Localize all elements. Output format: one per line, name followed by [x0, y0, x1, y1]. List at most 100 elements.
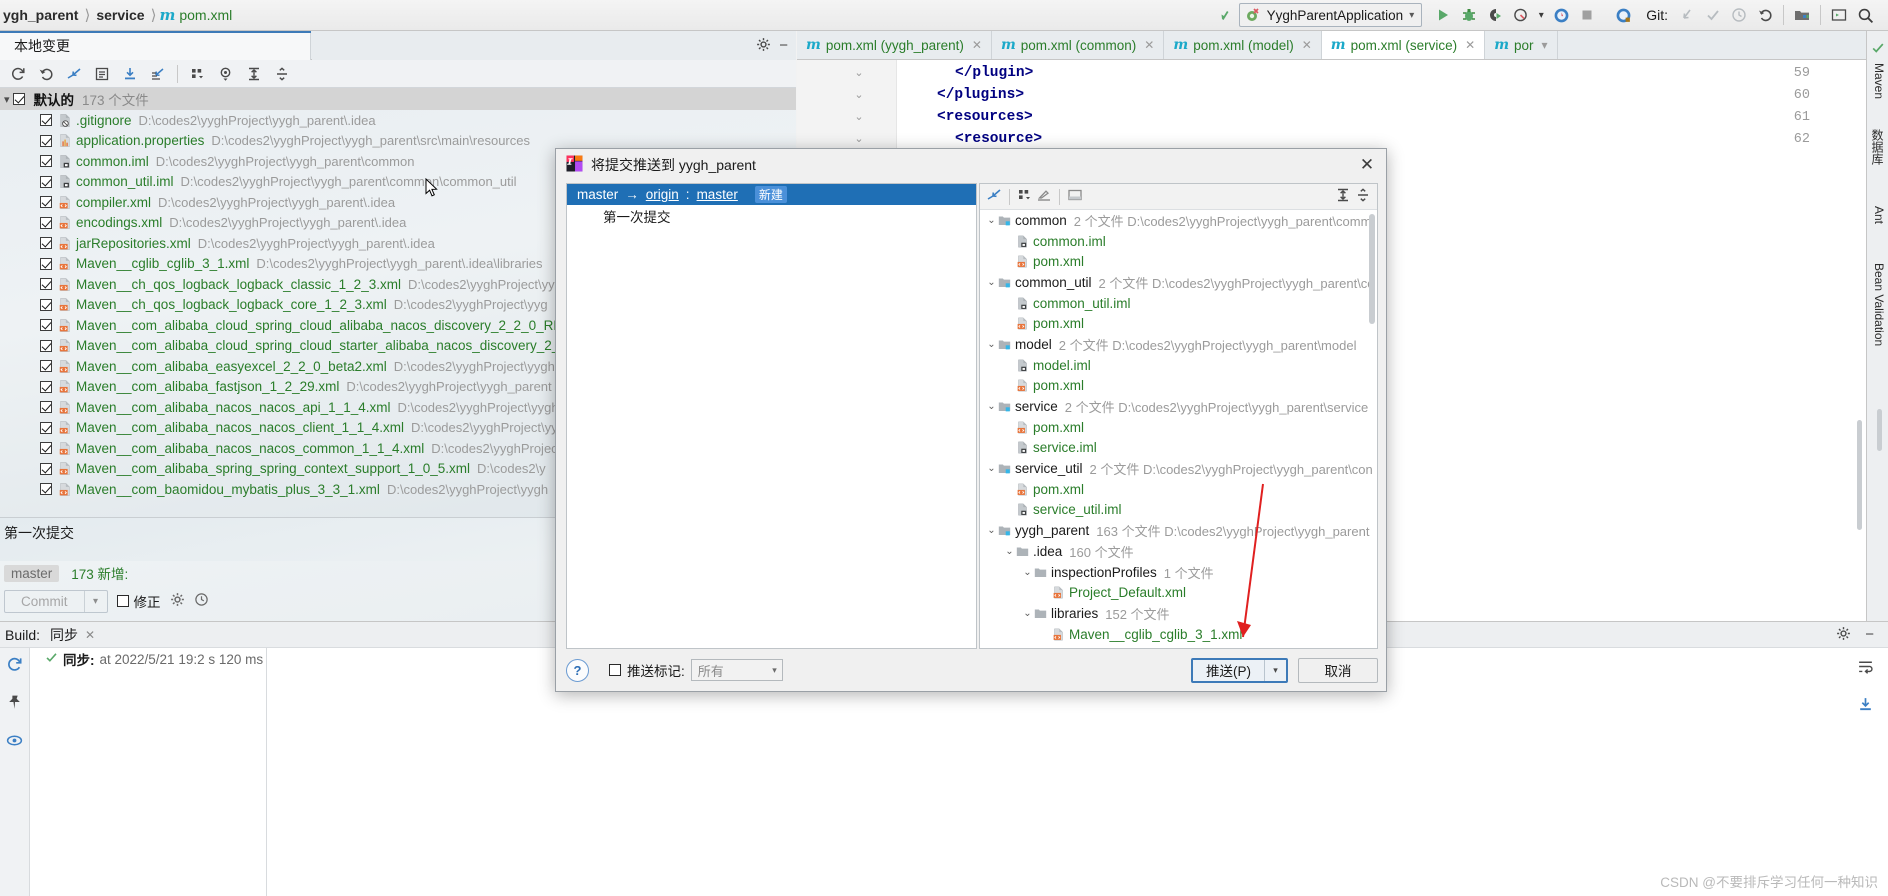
- chevron-down-icon[interactable]: ⌄: [986, 215, 997, 226]
- file-checkbox[interactable]: [40, 278, 52, 291]
- rollback-icon[interactable]: [33, 62, 58, 86]
- fold-marker-icon[interactable]: ⌄: [852, 88, 866, 101]
- push-tree-row[interactable]: Maven__cglib_cglib_3_1.xml: [980, 624, 1377, 645]
- chevron-down-icon[interactable]: ⌄: [986, 339, 997, 350]
- changed-file-row[interactable]: .gitignore D:\codes2\yyghProject\yygh_par…: [0, 110, 796, 131]
- tab-local-changes[interactable]: 本地变更: [0, 31, 311, 60]
- changelist-checkbox[interactable]: [12, 93, 25, 105]
- push-tree-row[interactable]: service.iml: [980, 438, 1377, 459]
- toggle-toolwindow-icon[interactable]: [1826, 2, 1852, 28]
- push-target-row[interactable]: master → origin : master 新建: [567, 184, 976, 205]
- rerun-icon[interactable]: [6, 656, 23, 676]
- git-revert-icon[interactable]: [1752, 2, 1778, 28]
- chevron-down-icon[interactable]: ⌄: [986, 463, 997, 474]
- collapse-all-icon[interactable]: [1355, 187, 1371, 206]
- push-remote[interactable]: origin: [646, 187, 679, 202]
- editor-tab[interactable]: m pom.xml (common) ✕: [991, 31, 1165, 59]
- git-update-project-icon[interactable]: [1610, 2, 1636, 28]
- push-tree-row[interactable]: pom.xml: [980, 251, 1377, 272]
- close-icon[interactable]: ✕: [1354, 153, 1380, 177]
- stop-icon[interactable]: [1574, 2, 1600, 28]
- push-tree-row[interactable]: ⌄ service_util 2 个文件 D:\codes2\yyghProject…: [980, 458, 1377, 479]
- file-checkbox[interactable]: [40, 114, 52, 127]
- close-icon[interactable]: ✕: [1302, 38, 1312, 52]
- push-tree-row[interactable]: ⌄ model 2 个文件 D:\codes2\yyghProject\yygh_p…: [980, 334, 1377, 355]
- git-history-icon[interactable]: [1726, 2, 1752, 28]
- push-button[interactable]: 推送(P) ▾: [1191, 657, 1288, 683]
- chevron-down-icon[interactable]: ⌄: [986, 401, 997, 412]
- breadcrumb-item-file[interactable]: pom.xml: [179, 7, 232, 23]
- push-tree-scrollbar[interactable]: [1369, 214, 1375, 324]
- profiler-dropdown-icon[interactable]: ▾: [1534, 2, 1548, 28]
- expand-selection-icon[interactable]: [986, 187, 1002, 206]
- amend-checkbox[interactable]: [116, 595, 129, 607]
- chevron-down-icon[interactable]: ▾: [83, 590, 107, 612]
- collapse-all-icon[interactable]: [269, 62, 294, 86]
- push-tree-row[interactable]: Project_Default.xml: [980, 582, 1377, 603]
- gear-icon[interactable]: [170, 592, 185, 610]
- push-commits-dialog[interactable]: 将提交推送到 yygh_parent ✕ master → origin : m…: [555, 148, 1387, 692]
- history-icon[interactable]: [194, 592, 209, 610]
- file-checkbox[interactable]: [40, 421, 52, 434]
- edit-icon[interactable]: [1036, 187, 1052, 206]
- minimize-icon[interactable]: −: [779, 38, 788, 53]
- editor-tab[interactable]: m pom.xml (yygh_parent) ✕: [797, 31, 992, 59]
- hide-icon[interactable]: [1213, 2, 1239, 28]
- push-tree-row[interactable]: common.iml: [980, 231, 1377, 252]
- tool-tab-maven[interactable]: Maven: [1872, 63, 1886, 99]
- close-icon[interactable]: ✕: [85, 628, 95, 642]
- refresh-icon[interactable]: [5, 62, 30, 86]
- run-configuration-selector[interactable]: YyghParentApplication ▾: [1238, 3, 1423, 27]
- file-checkbox[interactable]: [40, 442, 52, 455]
- profiler-icon[interactable]: [1508, 2, 1534, 28]
- minimize-icon[interactable]: −: [1865, 627, 1874, 642]
- push-tree-row[interactable]: ⌄ service 2 个文件 D:\codes2\yyghProject\yygh…: [980, 396, 1377, 417]
- file-checkbox[interactable]: [40, 175, 52, 188]
- close-icon[interactable]: ✕: [1465, 38, 1475, 52]
- close-icon[interactable]: ✕: [972, 38, 982, 52]
- push-tree-row[interactable]: pom.xml: [980, 313, 1377, 334]
- gear-icon[interactable]: [1836, 626, 1851, 644]
- git-commit-check-icon[interactable]: [1700, 2, 1726, 28]
- chevron-down-icon[interactable]: ⌄: [986, 525, 997, 536]
- push-commit-entry[interactable]: 第一次提交: [567, 205, 976, 227]
- git-pull-icon[interactable]: [1674, 2, 1700, 28]
- editor-tab[interactable]: m pom.xml (service) ✕: [1321, 31, 1486, 59]
- file-checkbox[interactable]: [40, 401, 52, 414]
- shelve-icon[interactable]: [61, 62, 86, 86]
- amend-checkbox-row[interactable]: 修正: [116, 591, 161, 611]
- chevron-down-icon[interactable]: ⌄: [1004, 546, 1015, 557]
- build-tab-sync[interactable]: 同步 ✕: [50, 625, 95, 645]
- build-output-row[interactable]: 同步: at 2022/5/21 19:2 s 120 ms: [31, 648, 266, 670]
- expand-all-icon[interactable]: [1335, 187, 1351, 206]
- download-icon[interactable]: [117, 62, 142, 86]
- download-icon[interactable]: [1857, 696, 1874, 716]
- file-checkbox[interactable]: [40, 360, 52, 373]
- preview-icon[interactable]: [1067, 187, 1083, 206]
- help-button[interactable]: ?: [566, 658, 589, 682]
- run-icon[interactable]: [1430, 2, 1456, 28]
- chevron-down-icon[interactable]: ⌄: [1022, 608, 1033, 619]
- run-coverage-icon[interactable]: [1482, 2, 1508, 28]
- file-checkbox[interactable]: [40, 196, 52, 209]
- file-checkbox[interactable]: [40, 237, 52, 250]
- tool-tab-ant[interactable]: Ant: [1872, 206, 1886, 224]
- file-checkbox[interactable]: [40, 483, 52, 496]
- file-checkbox[interactable]: [40, 257, 52, 270]
- breadcrumb-item-project[interactable]: ygh_parent: [0, 7, 81, 23]
- fold-marker-icon[interactable]: ⌄: [852, 132, 866, 145]
- soft-wrap-icon[interactable]: [1857, 658, 1874, 678]
- fold-marker-icon[interactable]: ⌄: [852, 110, 866, 123]
- push-tree-row[interactable]: ⌄ inspectionProfiles 1 个文件: [980, 562, 1377, 583]
- preview-icon[interactable]: [213, 62, 238, 86]
- right-strip-scroll[interactable]: [1877, 409, 1882, 451]
- tool-tab-bean-validation[interactable]: Bean Validation: [1872, 263, 1886, 346]
- chevron-down-icon[interactable]: ⌄: [986, 277, 997, 288]
- inspection-ok-icon[interactable]: [1871, 41, 1885, 58]
- updates-icon[interactable]: [1548, 2, 1574, 28]
- close-icon[interactable]: ✕: [1144, 38, 1154, 52]
- file-checkbox[interactable]: [40, 462, 52, 475]
- move-to-changelist-icon[interactable]: [145, 62, 170, 86]
- chevron-down-icon[interactable]: ▾: [1542, 38, 1548, 52]
- file-checkbox[interactable]: [40, 134, 52, 147]
